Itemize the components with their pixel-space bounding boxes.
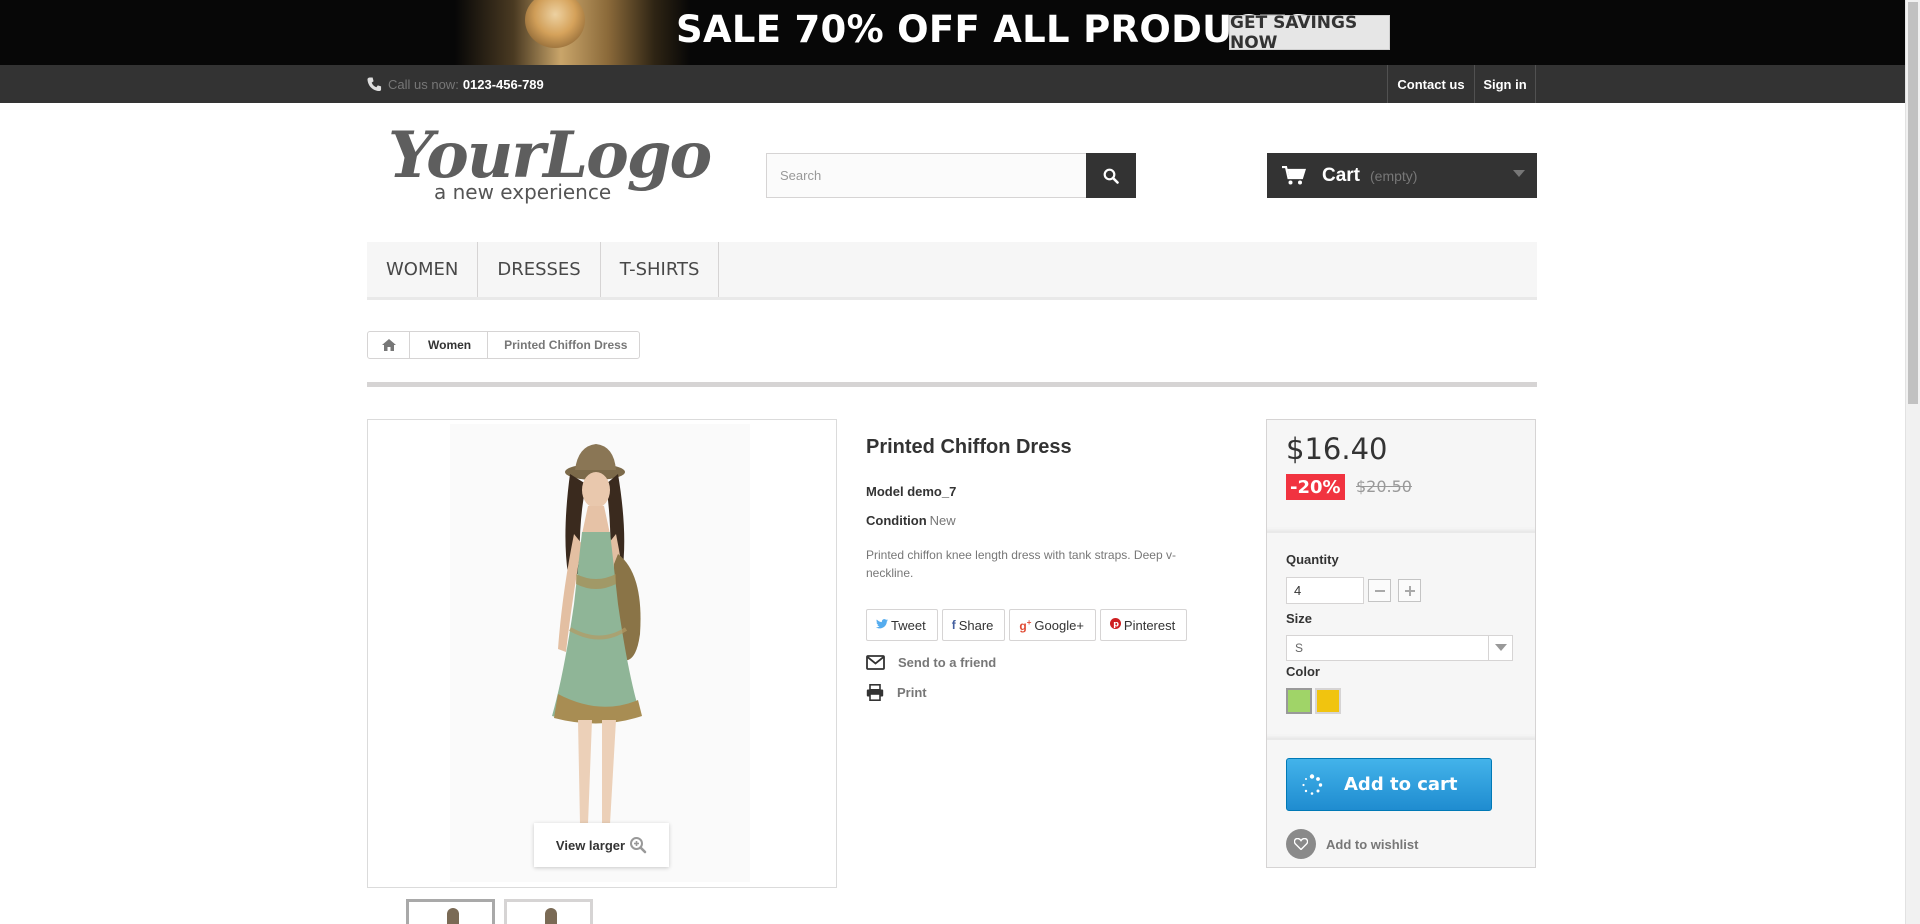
chevron-down-icon xyxy=(1488,636,1512,660)
buy-box: $16.40 -20% $20.50 Quantity Size S Color xyxy=(1266,419,1536,868)
chevron-down-icon xyxy=(1513,170,1525,177)
pinterest-label: Pinterest xyxy=(1123,617,1176,633)
quantity-decrease-button[interactable] xyxy=(1368,579,1391,602)
top-nav: Call us now: 0123-456-789 Contact us Sig… xyxy=(0,65,1905,103)
size-value: S xyxy=(1295,641,1304,655)
logo-tagline: a new experience xyxy=(434,180,612,204)
add-to-cart-button[interactable]: Add to cart xyxy=(1286,758,1492,811)
discount-badge: -20% xyxy=(1286,474,1345,500)
phone-info: Call us now: 0123-456-789 xyxy=(367,65,544,103)
phone-icon xyxy=(367,77,382,92)
social-share: Tweet f Share g+ Google+ p Pinterest xyxy=(866,609,1191,641)
send-to-friend-label: Send to a friend xyxy=(898,655,997,670)
breadcrumb-current: Printed Chiffon Dress xyxy=(504,338,628,352)
contact-us-link[interactable]: Contact us xyxy=(1387,65,1474,103)
product-description: Printed chiffon knee length dress with t… xyxy=(866,548,1176,580)
print-icon xyxy=(866,684,884,701)
get-savings-button[interactable]: GET SAVINGS NOW xyxy=(1229,13,1390,53)
scrollbar-thumb[interactable] xyxy=(1908,2,1918,404)
quantity-increase-button[interactable] xyxy=(1398,579,1421,602)
send-to-friend-link[interactable]: Send to a friend xyxy=(866,655,996,670)
cart-button[interactable]: Cart (empty) xyxy=(1267,153,1537,198)
home-icon xyxy=(381,339,396,351)
zoom-in-icon xyxy=(630,837,647,854)
cart-label: Cart xyxy=(1322,164,1361,186)
logo-word: YourLogo xyxy=(388,118,712,193)
model-label: Model xyxy=(866,484,904,499)
condition-label: Condition xyxy=(866,513,927,528)
search-form xyxy=(766,153,1136,198)
page-scrollbar[interactable] xyxy=(1905,0,1920,924)
print-label: Print xyxy=(897,685,927,700)
thumbnail-2[interactable] xyxy=(504,899,593,924)
google-plus-label: Google+ xyxy=(1034,617,1084,633)
main-menu: WOMEN DRESSES T-SHIRTS xyxy=(367,242,1537,300)
twitter-icon xyxy=(876,618,888,632)
banner-text: SALE 70% OFF ALL PRODUCTS xyxy=(676,8,1313,51)
product-title: Printed Chiffon Dress xyxy=(866,436,1072,458)
minus-icon xyxy=(1374,589,1385,592)
price-area: $16.40 -20% $20.50 xyxy=(1267,420,1535,533)
phone-number: 0123-456-789 xyxy=(462,76,544,92)
size-label: Size xyxy=(1286,611,1313,626)
pinterest-button[interactable]: p Pinterest xyxy=(1099,609,1188,641)
add-to-wishlist-label: Add to wishlist xyxy=(1326,836,1419,852)
product-condition: Condition New xyxy=(866,513,956,528)
heart-icon xyxy=(1286,829,1316,859)
cart-status: (empty) xyxy=(1370,167,1418,184)
color-swatch-yellow[interactable] xyxy=(1315,688,1341,714)
plus-icon xyxy=(1404,585,1415,596)
loading-spinner-icon xyxy=(1302,773,1323,795)
view-larger-button[interactable]: View larger xyxy=(534,823,669,867)
quantity-label: Quantity xyxy=(1286,552,1339,567)
color-swatch-green[interactable] xyxy=(1286,688,1312,714)
menu-item-dresses[interactable]: DRESSES xyxy=(478,242,601,297)
tweet-label: Tweet xyxy=(891,617,926,633)
breadcrumb-women[interactable]: Women xyxy=(410,332,489,358)
site-logo[interactable]: YourLogo a new experience xyxy=(388,118,712,208)
search-icon xyxy=(1103,168,1119,184)
thumbnail-list xyxy=(406,899,602,924)
page: SALE 70% OFF ALL PRODUCTS GET SAVINGS NO… xyxy=(0,0,1920,924)
thumbnail-1[interactable] xyxy=(406,899,495,924)
google-plus-button[interactable]: g+ Google+ xyxy=(1009,609,1096,641)
condition-value: New xyxy=(929,513,956,528)
breadcrumb: Women Printed Chiffon Dress xyxy=(367,331,641,359)
product-photo xyxy=(552,444,642,844)
search-button[interactable] xyxy=(1086,153,1136,198)
product-model: Model demo_7 xyxy=(866,484,956,499)
phone-label: Call us now: xyxy=(388,76,459,92)
print-link[interactable]: Print xyxy=(866,684,927,701)
add-to-wishlist-link[interactable]: Add to wishlist xyxy=(1286,829,1418,859)
current-price: $16.40 xyxy=(1286,432,1388,466)
model-value: demo_7 xyxy=(907,484,957,499)
quantity-input[interactable] xyxy=(1286,577,1364,604)
product-image[interactable]: View larger xyxy=(367,419,837,888)
view-larger-label: View larger xyxy=(555,837,626,853)
sign-in-link[interactable]: Sign in xyxy=(1474,65,1536,103)
add-to-cart-label: Add to cart xyxy=(1344,774,1458,795)
tweet-button[interactable]: Tweet xyxy=(866,609,938,641)
old-price: $20.50 xyxy=(1356,477,1412,496)
pinterest-icon: p xyxy=(1109,618,1121,632)
breadcrumb-home[interactable] xyxy=(368,332,410,358)
banner-photo xyxy=(455,0,690,65)
promo-banner[interactable]: SALE 70% OFF ALL PRODUCTS GET SAVINGS NO… xyxy=(0,0,1920,65)
facebook-icon: f xyxy=(951,618,956,632)
facebook-share-button[interactable]: f Share xyxy=(941,609,1006,641)
search-input[interactable] xyxy=(766,153,1086,198)
envelope-icon xyxy=(866,655,885,670)
cart-icon xyxy=(1282,165,1306,184)
divider xyxy=(367,382,1537,387)
size-select[interactable]: S xyxy=(1286,635,1513,661)
menu-item-women[interactable]: WOMEN xyxy=(367,242,479,297)
svg-text:p: p xyxy=(1113,620,1119,629)
share-label: Share xyxy=(958,617,994,633)
color-label: Color xyxy=(1286,664,1320,679)
menu-item-tshirts[interactable]: T-SHIRTS xyxy=(601,242,720,297)
google-plus-icon: g+ xyxy=(1019,617,1032,633)
